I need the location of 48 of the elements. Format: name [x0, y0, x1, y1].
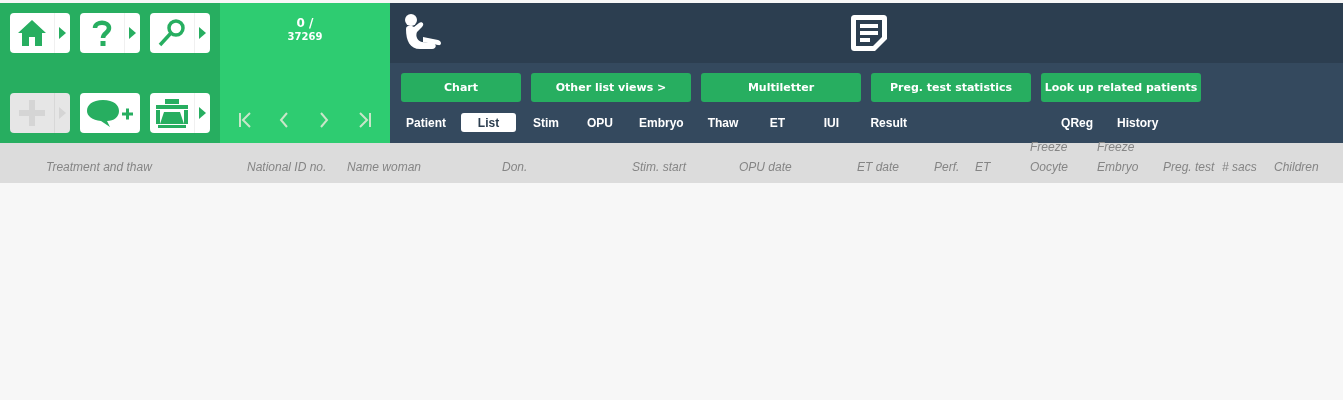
tab[interactable]: Thaw [698, 113, 748, 132]
printer-icon [155, 98, 189, 128]
first-page-icon[interactable] [237, 111, 253, 129]
add-comment-icon [86, 98, 134, 128]
toolbar-button[interactable] [150, 13, 210, 53]
caret-icon [129, 27, 136, 39]
tab[interactable]: QReg [1052, 113, 1103, 132]
document-icon[interactable] [848, 13, 889, 53]
action-button[interactable]: Preg. test statistics [871, 73, 1031, 102]
toolbar-button[interactable] [80, 13, 140, 53]
toolbar-button[interactable] [80, 93, 140, 133]
column-header[interactable]: Freeze Oocyte [1030, 138, 1097, 178]
column-header[interactable]: Perf. [934, 158, 975, 178]
tab[interactable]: Embryo [630, 113, 693, 132]
search-icon [157, 18, 187, 48]
action-button[interactable]: Chart [401, 73, 521, 102]
record-total: 37269 [287, 31, 323, 42]
column-header[interactable]: Preg. test [1163, 158, 1222, 178]
action-button[interactable]: Multiletter [701, 73, 861, 102]
caret-icon [199, 27, 206, 39]
record-position: 0 / [296, 16, 314, 30]
toolbar-button[interactable] [150, 93, 210, 133]
column-header[interactable]: Children [1274, 158, 1343, 178]
home-icon [17, 18, 47, 48]
column-header[interactable]: Freeze Embryo [1097, 138, 1163, 178]
action-button[interactable]: Other list views > [531, 73, 691, 102]
column-header[interactable]: Don. [502, 158, 632, 178]
column-header[interactable]: ET [975, 158, 1030, 178]
tab[interactable]: Patient [397, 113, 455, 132]
toolbar-button[interactable] [10, 13, 70, 53]
tab[interactable]: List [461, 113, 516, 132]
tab[interactable]: IUI [807, 113, 856, 132]
tab[interactable]: Result [861, 113, 917, 132]
caret-icon [59, 27, 66, 39]
tab[interactable]: ET [753, 113, 802, 132]
action-button[interactable]: Look up related patients [1041, 73, 1201, 102]
tab[interactable]: OPU [576, 113, 624, 132]
column-header[interactable]: ET date [857, 158, 934, 178]
column-header[interactable]: Name woman [347, 158, 502, 178]
tab[interactable]: Stim [522, 113, 570, 132]
tab[interactable]: History [1108, 113, 1168, 132]
column-header[interactable]: # sacs [1222, 158, 1274, 178]
column-header[interactable]: Stim. start [632, 158, 739, 178]
column-header[interactable]: National ID no. [247, 158, 347, 178]
column-header[interactable]: Treatment and thaw [46, 158, 247, 178]
caret-icon [199, 107, 206, 119]
last-page-icon[interactable] [357, 111, 373, 129]
column-header[interactable]: OPU date [739, 158, 857, 178]
